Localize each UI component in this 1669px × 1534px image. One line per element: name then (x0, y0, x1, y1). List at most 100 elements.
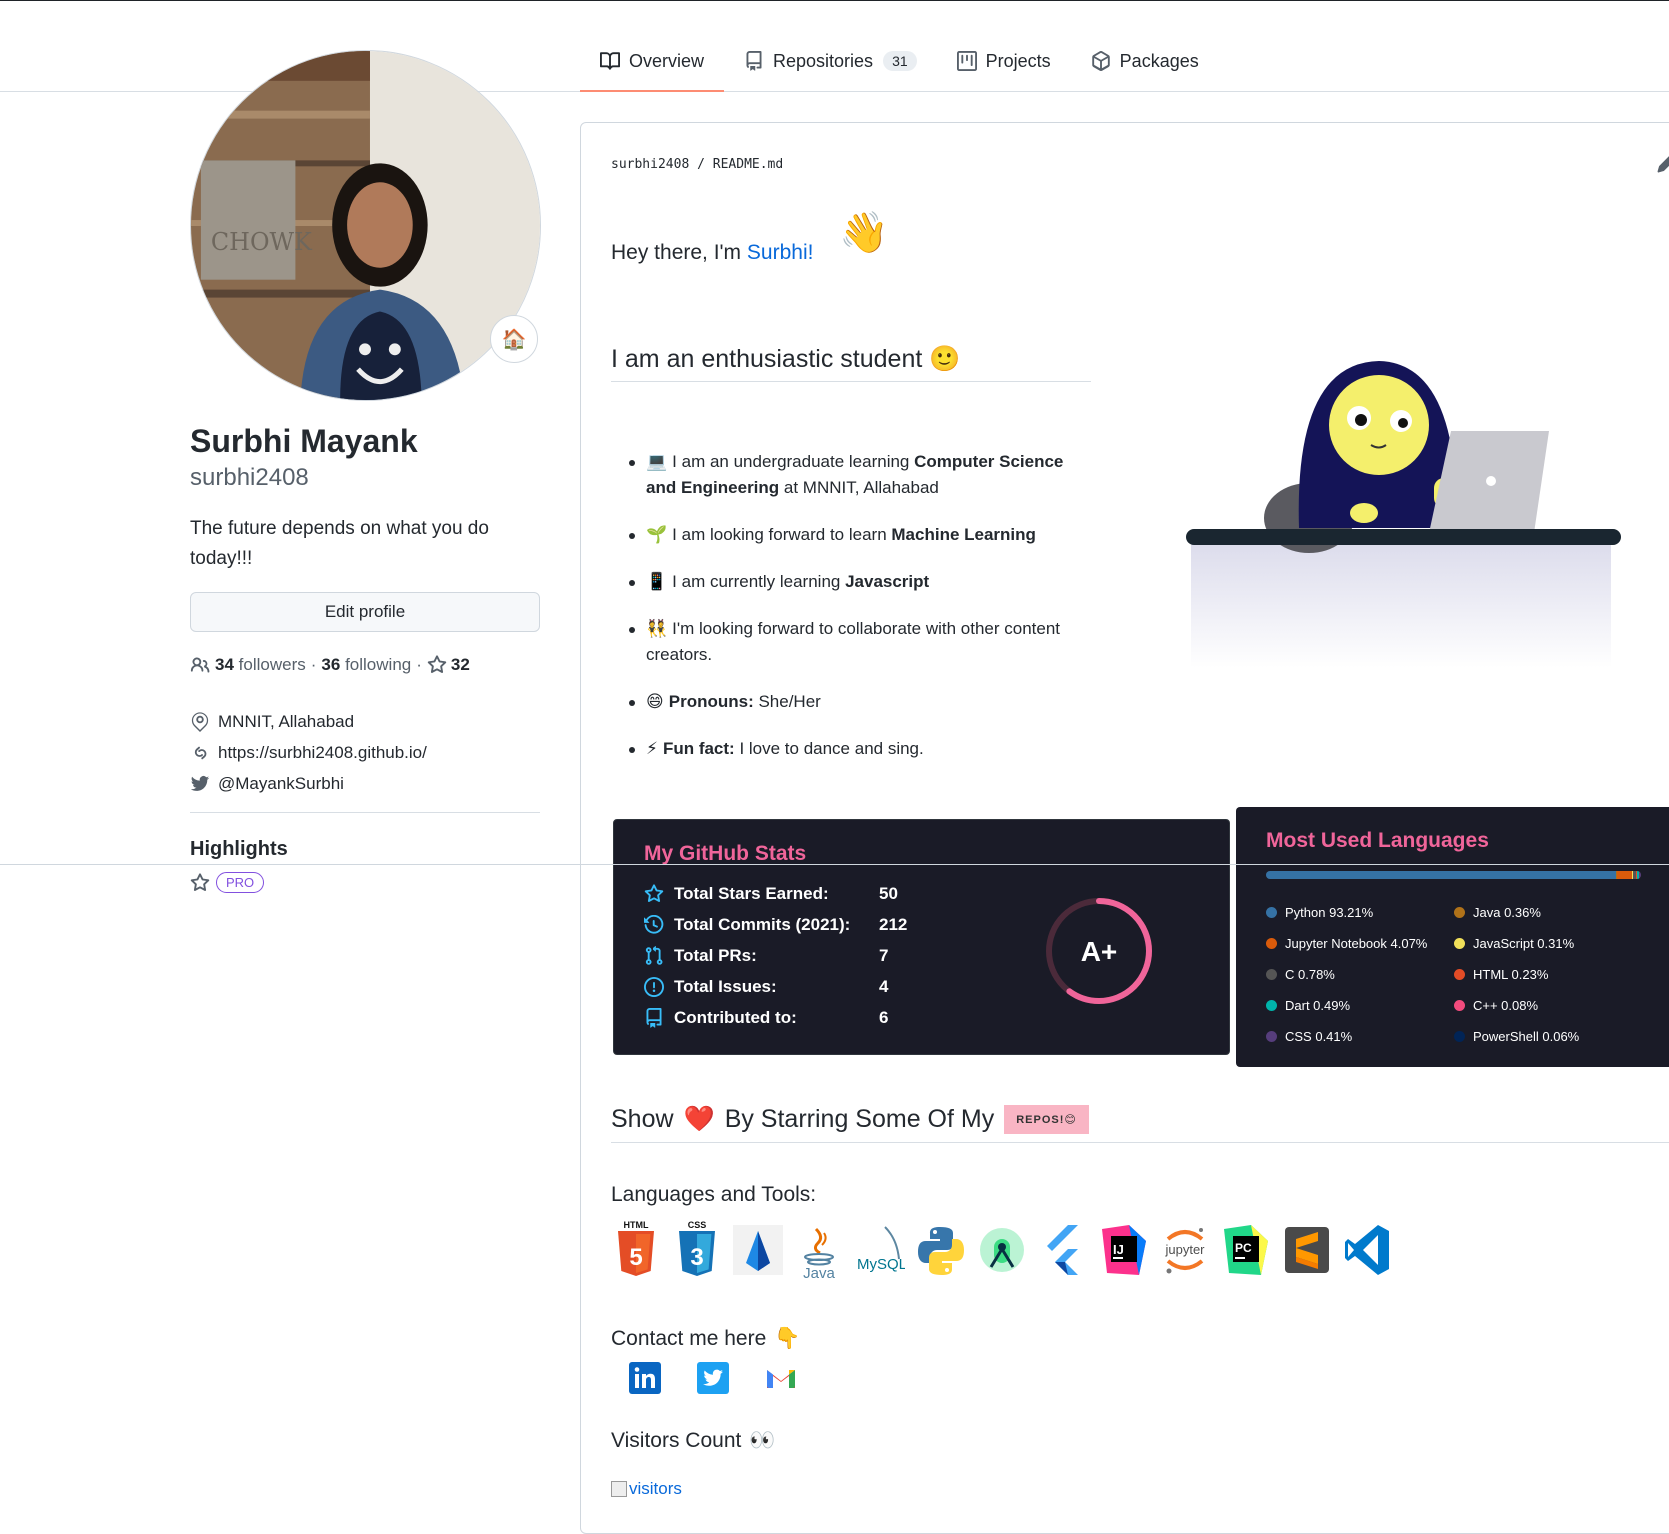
following-link[interactable]: 36 following (321, 655, 411, 675)
lightning-emoji: ⚡ (646, 739, 658, 758)
readme-card: surbhi2408 / README.md Hey there, I'm Su… (580, 122, 1669, 1534)
tab-overview[interactable]: Overview (580, 42, 725, 92)
readme-path-separator: / (697, 157, 705, 172)
list-item: 💻 I am an undergraduate learning Computer… (611, 449, 1091, 501)
tab-packages[interactable]: Packages (1071, 42, 1219, 80)
repositories-count-badge: 31 (883, 51, 917, 71)
language-label: Jupyter Notebook 4.07% (1285, 936, 1428, 951)
readme-heading: I am an enthusiastic student 🙂 (611, 345, 960, 374)
profile-bio: The future depends on what you do today!… (190, 518, 489, 569)
visitors-alt-text: visitors (629, 1479, 682, 1498)
avatar[interactable]: CHOWK (190, 50, 541, 401)
python-icon[interactable] (916, 1219, 966, 1281)
star-icon (427, 655, 447, 673)
wave-emoji: 👋 (839, 211, 889, 255)
followers-link[interactable]: 34 followers (215, 655, 306, 675)
java-icon[interactable]: Java (794, 1219, 844, 1281)
vscode-icon[interactable] (1343, 1219, 1393, 1281)
svg-text:CSS: CSS (688, 1220, 707, 1230)
stat-row: Total Commits (2021): 212 (644, 915, 907, 935)
language-bar-segment (1616, 871, 1633, 879)
twitter-link[interactable]: @MayankSurbhi (218, 774, 344, 794)
star-icon (644, 884, 664, 902)
svg-text:Java: Java (803, 1265, 835, 1281)
greeting-name-link[interactable]: Surbhi! (747, 241, 814, 264)
website-link[interactable]: https://surbhi2408.github.io/ (218, 743, 427, 763)
stat-label: Total Commits (2021): (674, 915, 851, 934)
profile-fullname: Surbhi Mayank (190, 423, 418, 459)
bullet-text: I love to dance and sing. (734, 739, 924, 758)
sidebar-divider (190, 812, 540, 813)
jupyter-icon[interactable]: jupyter (1160, 1219, 1210, 1281)
flutter-icon[interactable] (1038, 1219, 1088, 1281)
tab-repositories[interactable]: Repositories 31 (724, 42, 937, 80)
twitter-item: @MayankSurbhi (190, 768, 427, 799)
linkedin-icon[interactable] (629, 1362, 661, 1394)
language-label: C++ 0.08% (1473, 998, 1539, 1013)
readme-path-file[interactable]: README.md (713, 157, 783, 172)
avatar-photo: CHOWK (191, 51, 540, 400)
follow-stats: 34 followers · 36 following · 32 (190, 655, 470, 675)
intellij-icon[interactable]: IJ (1099, 1219, 1149, 1281)
language-color-dot (1266, 969, 1277, 980)
website-item: https://surbhi2408.github.io/ (190, 737, 427, 768)
readme-path-user[interactable]: surbhi2408 (611, 157, 689, 172)
twitter-icon[interactable] (697, 1362, 729, 1394)
repo-icon (746, 51, 762, 71)
pycharm-icon[interactable]: PC (1221, 1219, 1271, 1281)
home-icon: 🏠 (501, 328, 527, 351)
visitors-heading-text: Visitors Count (611, 1429, 742, 1452)
stat-value: 212 (879, 915, 908, 934)
github-stats-card: My GitHub Stats Total Stars Earned: 50 T… (613, 819, 1230, 1055)
language-label: Dart 0.49% (1285, 998, 1351, 1013)
mysql-icon[interactable]: MySQL (855, 1219, 905, 1281)
stars-link[interactable]: 32 (427, 655, 470, 675)
sublime-icon[interactable] (1282, 1219, 1332, 1281)
language-label: HTML 0.23% (1473, 967, 1549, 982)
gmail-icon[interactable] (765, 1362, 797, 1394)
following-count: 36 (321, 655, 341, 674)
tab-overview-label: Overview (629, 50, 705, 71)
language-color-dot (1266, 907, 1277, 918)
css3-icon[interactable]: CSS 3 (672, 1219, 722, 1281)
location-text: MNNIT, Allahabad (218, 711, 355, 731)
languages-card: Most Used Languages Python 93.21% Java 0.… (1236, 807, 1669, 1067)
pencil-icon[interactable] (1657, 153, 1669, 173)
bullet-text: I am looking forward to learn (672, 525, 892, 544)
language-item: HTML 0.23% (1454, 967, 1548, 982)
stat-row: Contributed to: 6 (644, 1008, 888, 1028)
android-studio-icon[interactable] (733, 1219, 783, 1281)
visitors-badge[interactable]: visitors (611, 1479, 682, 1499)
readme-heading-text: I am an enthusiastic student (611, 345, 923, 373)
tools-heading: Languages and Tools: (611, 1183, 817, 1206)
pro-badge: PRO (216, 872, 265, 893)
highlights-title: Highlights (190, 838, 288, 860)
language-color-dot (1454, 1031, 1465, 1042)
stat-value: 7 (879, 946, 889, 965)
pull-request-icon (645, 946, 663, 965)
broken-image-icon (611, 1481, 627, 1497)
stat-row: Total Stars Earned: 50 (644, 884, 898, 904)
stat-row: Total Issues: 4 (644, 977, 888, 997)
book-icon (600, 52, 620, 70)
dancers-emoji: 👯 (646, 619, 668, 638)
tab-projects[interactable]: Projects (937, 42, 1071, 80)
contact-heading: Contact me here 👇 (611, 1327, 800, 1351)
repos-badge[interactable]: REPOS!😊 (1004, 1105, 1089, 1134)
seedling-emoji: 🌱 (646, 525, 668, 544)
starring-heading: Show ❤️ By Starring Some Of My REPOS!😊 (611, 1105, 1089, 1134)
language-item: CSS 0.41% (1266, 1029, 1352, 1044)
html5-icon[interactable]: HTML 5 (611, 1219, 661, 1281)
pointing-down-emoji: 👇 (774, 1327, 801, 1350)
status-button[interactable]: 🏠 (490, 315, 538, 363)
android-icon[interactable] (977, 1219, 1027, 1281)
stats-title: My GitHub Stats (644, 842, 807, 865)
stat-value: 6 (879, 1008, 889, 1027)
dot-separator: · (416, 655, 422, 674)
following-label: following (345, 655, 412, 674)
language-item: PowerShell 0.06% (1454, 1029, 1579, 1044)
stars-count: 32 (450, 655, 470, 674)
edit-profile-button[interactable]: Edit profile (190, 592, 540, 632)
stat-label: Contributed to: (674, 1008, 797, 1027)
rank-grade: A+ (1081, 936, 1118, 967)
